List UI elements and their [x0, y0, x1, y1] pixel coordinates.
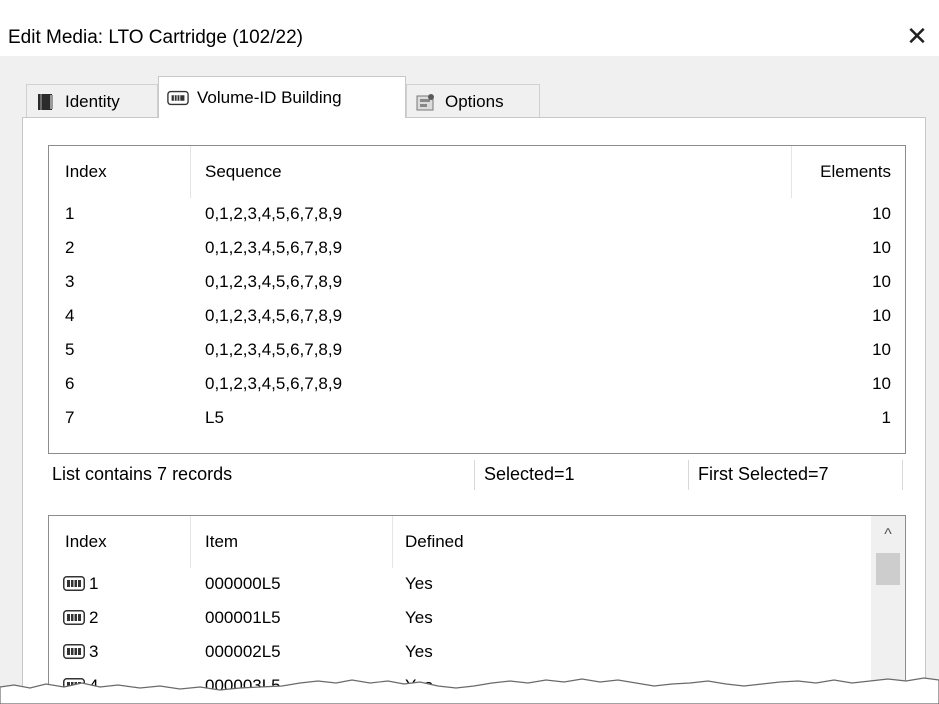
row-sequence: 0,1,2,3,4,5,6,7,8,9	[205, 238, 343, 257]
row-index: 2	[65, 238, 75, 257]
row-elements: 10	[872, 238, 891, 257]
sequence-list[interactable]: Index Sequence Elements 1 0,1,2,3,4,5,6,…	[48, 145, 906, 454]
column-header-sequence[interactable]: Sequence	[205, 146, 605, 198]
status-divider	[474, 460, 475, 490]
options-icon	[415, 92, 437, 112]
tab-options-label: Options	[445, 91, 504, 111]
column-divider[interactable]	[190, 516, 191, 568]
table-row[interactable]: 7 L5 1	[49, 401, 905, 435]
row-elements: 1	[881, 408, 891, 427]
row-index: 7	[65, 408, 75, 427]
first-selected-text: First Selected=7	[698, 464, 829, 484]
row-sequence: 0,1,2,3,4,5,6,7,8,9	[205, 306, 343, 325]
vertical-scrollbar[interactable]: ^	[871, 516, 905, 704]
row-defined: Yes	[405, 642, 433, 661]
table-row[interactable]: 3 000002L5 Yes	[49, 635, 905, 669]
tape-cartridge-icon	[63, 678, 85, 693]
table-row[interactable]: 3 0,1,2,3,4,5,6,7,8,9 10	[49, 265, 905, 299]
row-index: 4	[89, 676, 99, 695]
table-row[interactable]: 6 0,1,2,3,4,5,6,7,8,9 10	[49, 367, 905, 401]
row-index: 4	[65, 306, 75, 325]
table-row[interactable]: 1 0,1,2,3,4,5,6,7,8,9 10	[49, 197, 905, 231]
row-index: 5	[65, 340, 75, 359]
selected-count-text: Selected=1	[484, 464, 575, 484]
row-elements: 10	[872, 340, 891, 359]
row-elements: 10	[872, 374, 891, 393]
row-index: 6	[65, 374, 75, 393]
table-row[interactable]: 2 0,1,2,3,4,5,6,7,8,9 10	[49, 231, 905, 265]
row-index: 3	[89, 642, 99, 661]
table-row[interactable]: 5 0,1,2,3,4,5,6,7,8,9 10	[49, 333, 905, 367]
list-status-bar: List contains 7 records Selected=1 First…	[48, 456, 906, 492]
row-defined: Yes	[405, 574, 433, 593]
status-divider	[688, 460, 689, 490]
row-sequence: 0,1,2,3,4,5,6,7,8,9	[205, 374, 343, 393]
tab-options[interactable]: Options	[406, 84, 540, 118]
record-count-text: List contains 7 records	[52, 464, 233, 484]
tab-volume-id-building-label: Volume-ID Building	[197, 87, 342, 107]
row-index: 1	[89, 574, 99, 593]
title-bar: Edit Media: LTO Cartridge (102/22) ✕	[0, 0, 939, 56]
column-header-item[interactable]: Item	[205, 516, 385, 568]
row-sequence: 0,1,2,3,4,5,6,7,8,9	[205, 272, 343, 291]
window-title: Edit Media: LTO Cartridge (102/22)	[8, 27, 303, 48]
row-elements: 10	[872, 306, 891, 325]
row-defined: Yes	[405, 676, 433, 695]
table-row[interactable]: 2 000001L5 Yes	[49, 601, 905, 635]
items-list[interactable]: Index Item Defined 1 000000L5 Yes 2 0000…	[48, 515, 906, 704]
close-icon[interactable]: ✕	[903, 22, 931, 50]
tape-cartridge-icon	[167, 88, 189, 108]
sequence-list-header: Index Sequence Elements	[49, 146, 905, 198]
row-index: 1	[65, 204, 75, 223]
table-row[interactable]: 1 000000L5 Yes	[49, 567, 905, 601]
column-header-index[interactable]: Index	[65, 146, 185, 198]
tape-cartridge-icon	[63, 610, 85, 625]
row-defined: Yes	[405, 608, 433, 627]
row-item: 000000L5	[205, 574, 281, 593]
tape-cartridge-icon	[63, 644, 85, 659]
scrollbar-thumb[interactable]	[876, 553, 900, 585]
row-item: 000001L5	[205, 608, 281, 627]
row-sequence: 0,1,2,3,4,5,6,7,8,9	[205, 340, 343, 359]
tape-cartridge-icon	[63, 576, 85, 591]
tab-volume-id-building[interactable]: Volume-ID Building	[158, 76, 406, 118]
column-header-defined[interactable]: Defined	[405, 516, 605, 568]
scroll-up-icon[interactable]: ^	[871, 520, 905, 550]
table-row[interactable]: 4 000003L5 Yes	[49, 669, 905, 703]
row-item: 000002L5	[205, 642, 281, 661]
status-divider	[902, 460, 903, 490]
column-divider[interactable]	[190, 146, 191, 198]
tab-identity-label: Identity	[65, 91, 120, 111]
column-header-elements[interactable]: Elements	[791, 146, 891, 198]
row-elements: 10	[872, 204, 891, 223]
items-list-header: Index Item Defined	[49, 516, 905, 568]
tab-identity[interactable]: Identity	[26, 84, 158, 118]
row-sequence: 0,1,2,3,4,5,6,7,8,9	[205, 204, 343, 223]
book-icon	[35, 92, 57, 112]
table-row[interactable]: 4 0,1,2,3,4,5,6,7,8,9 10	[49, 299, 905, 333]
column-header-index[interactable]: Index	[65, 516, 185, 568]
row-index: 2	[89, 608, 99, 627]
row-index: 3	[65, 272, 75, 291]
row-elements: 10	[872, 272, 891, 291]
row-sequence: L5	[205, 408, 224, 427]
row-item: 000003L5	[205, 676, 281, 695]
column-divider[interactable]	[392, 516, 393, 568]
